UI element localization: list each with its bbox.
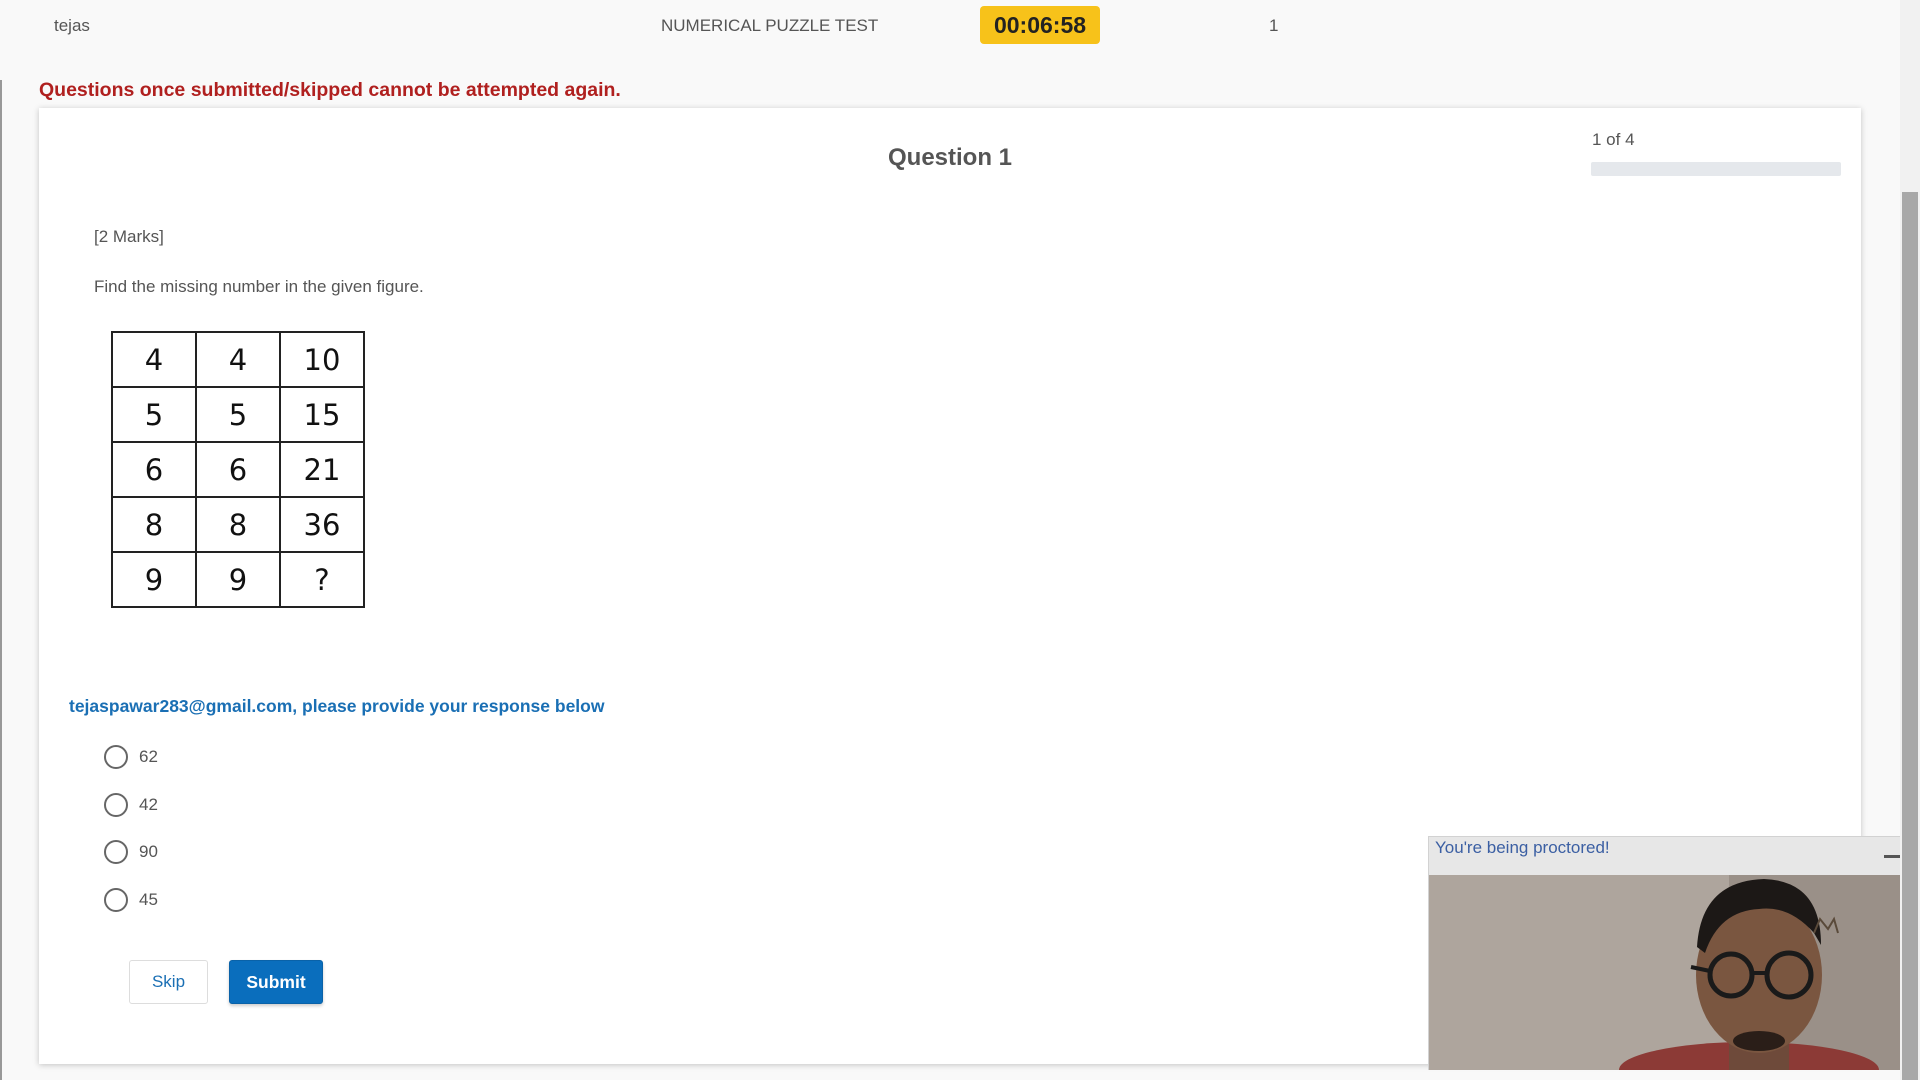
proctor-header: You're being proctored! — [1429, 837, 1905, 875]
answer-option[interactable]: 42 — [104, 792, 304, 818]
question-counter: 1 — [1269, 16, 1279, 35]
radio-button[interactable] — [104, 793, 128, 817]
puzzle-row: 8 8 36 — [111, 496, 365, 553]
puzzle-cell: 21 — [279, 441, 365, 498]
puzzle-cell: 15 — [279, 386, 365, 443]
webcam-person-image — [1429, 875, 1905, 1070]
answer-option[interactable]: 62 — [104, 744, 304, 770]
puzzle-cell: 5 — [111, 386, 197, 443]
webcam-feed — [1429, 875, 1905, 1070]
question-title: Question 1 — [887, 144, 1013, 171]
progress-label: 1 of 4 — [1592, 130, 1635, 149]
puzzle-cell: 9 — [111, 551, 197, 608]
response-prompt: tejaspawar283@gmail.com, please provide … — [69, 696, 605, 716]
puzzle-grid: 4 4 10 5 5 15 6 6 21 8 8 36 9 9 ? — [111, 331, 365, 608]
puzzle-row: 6 6 21 — [111, 441, 365, 498]
puzzle-row: 9 9 ? — [111, 551, 365, 608]
puzzle-cell: 36 — [279, 496, 365, 553]
answer-option[interactable]: 45 — [104, 887, 304, 913]
test-title: NUMERICAL PUZZLE TEST — [661, 16, 879, 35]
radio-button[interactable] — [104, 888, 128, 912]
puzzle-cell: 10 — [279, 331, 365, 388]
puzzle-cell: 6 — [195, 441, 281, 498]
proctor-widget: You're being proctored! — [1428, 836, 1906, 1070]
proctor-message: You're being proctored! — [1435, 838, 1610, 857]
countdown-timer: 00:06:58 — [980, 6, 1100, 44]
radio-button[interactable] — [104, 840, 128, 864]
warning-message: Questions once submitted/skipped cannot … — [39, 79, 621, 101]
puzzle-cell: 8 — [111, 496, 197, 553]
puzzle-cell: 4 — [195, 331, 281, 388]
question-marks: [2 Marks] — [94, 227, 164, 246]
question-text: Find the missing number in the given fig… — [94, 277, 424, 296]
scrollbar-thumb[interactable] — [1902, 192, 1918, 1080]
minimize-icon[interactable] — [1884, 855, 1900, 858]
puzzle-cell: 6 — [111, 441, 197, 498]
radio-button[interactable] — [104, 745, 128, 769]
option-label: 42 — [139, 795, 158, 814]
option-label: 62 — [139, 747, 158, 766]
puzzle-cell: 9 — [195, 551, 281, 608]
option-label: 90 — [139, 842, 158, 861]
puzzle-cell: 5 — [195, 386, 281, 443]
user-name: tejas — [54, 16, 90, 35]
puzzle-cell: 4 — [111, 331, 197, 388]
option-label: 45 — [139, 890, 158, 909]
puzzle-row: 4 4 10 — [111, 331, 365, 388]
skip-button[interactable]: Skip — [129, 960, 208, 1004]
submit-button[interactable]: Submit — [229, 960, 323, 1004]
puzzle-cell-missing: ? — [279, 551, 365, 608]
progress-bar — [1591, 162, 1841, 176]
puzzle-cell: 8 — [195, 496, 281, 553]
puzzle-row: 5 5 15 — [111, 386, 365, 443]
answer-option[interactable]: 90 — [104, 839, 304, 865]
top-bar: tejas NUMERICAL PUZZLE TEST 00:06:58 1 — [0, 0, 1900, 50]
left-divider — [0, 80, 2, 1080]
